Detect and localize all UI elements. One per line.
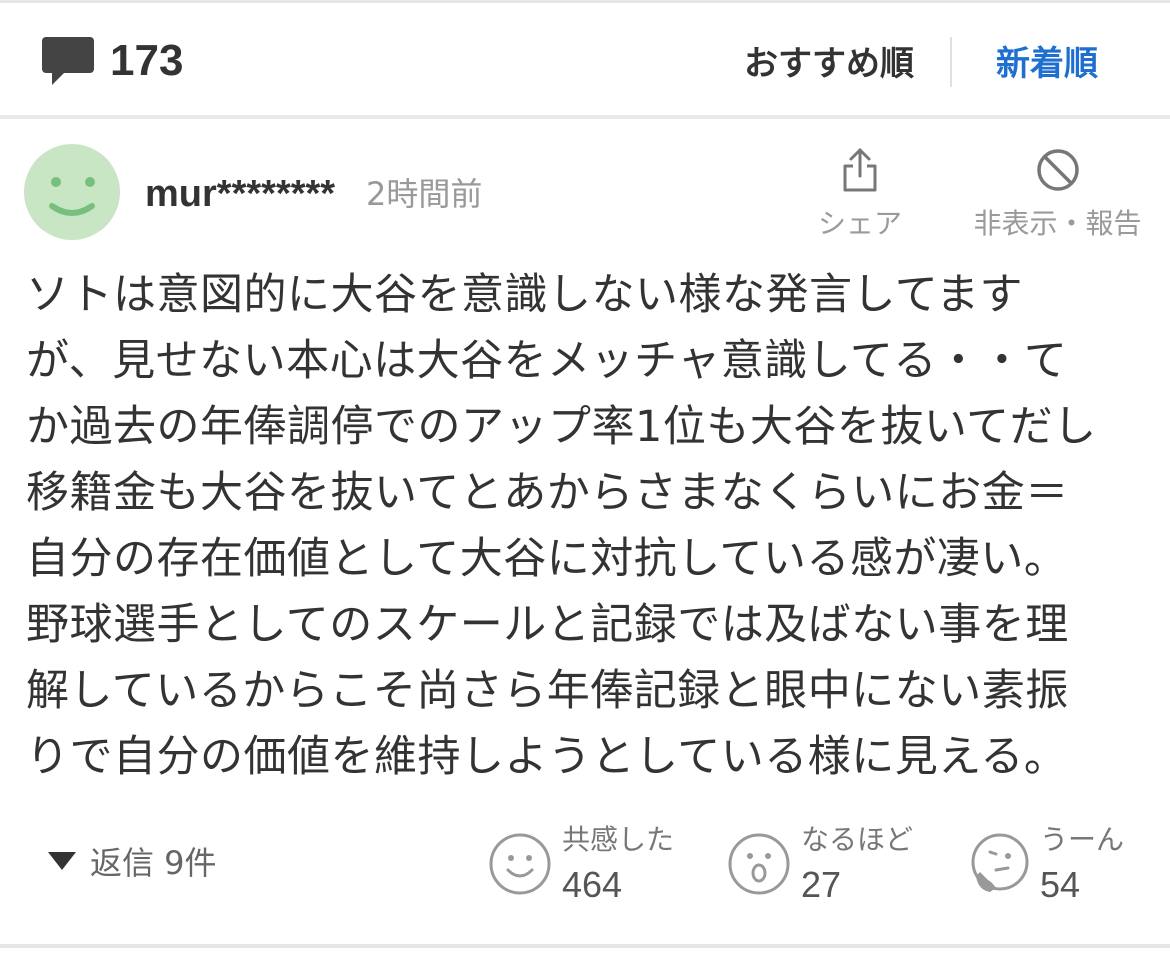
comment-line: 野球選手としてのスケールと記録では及ばない事を理 xyxy=(26,600,1069,650)
sort-divider xyxy=(950,37,952,87)
reaction-hmm-button[interactable]: うーん 54 xyxy=(966,818,1166,908)
hide-report-button[interactable]: 非表示・報告 xyxy=(960,146,1155,242)
comment-body: ソトは意図的に大谷を意識しない様な発言してます が、見せない本心は大谷をメッチャ… xyxy=(26,262,1146,790)
share-icon xyxy=(843,148,877,192)
reaction-understand-button[interactable]: なるほど 27 xyxy=(727,818,947,908)
block-icon xyxy=(1036,149,1079,191)
share-label: シェア xyxy=(817,207,902,240)
comment-line: 解しているからこそ尚さら年俸記録と眼中にない素振 xyxy=(26,666,1069,716)
comment-line: が、見せない本心は大谷をメッチャ意識してる・・て xyxy=(26,336,1068,386)
header-divider xyxy=(0,115,1170,119)
comment-line: 移籍金も大谷を抜いてとあからさまなくらいにお金＝ xyxy=(26,468,1069,518)
hide-report-label: 非表示・報告 xyxy=(973,207,1142,240)
sort-recommended-button[interactable]: おすすめ順 xyxy=(744,35,914,85)
smile-face-icon xyxy=(489,833,551,895)
surprised-face-icon xyxy=(728,833,790,895)
comment-line: 自分の存在価値として大谷に対抗している感が凄い。 xyxy=(26,534,1068,584)
reaction-count: 27 xyxy=(801,864,842,905)
comment-line: りで自分の価値を維持しようとしている様に見える。 xyxy=(26,732,1068,782)
comment-line: か過去の年俸調停でのアップ率1位も大谷を抜いてだし xyxy=(26,402,1097,452)
comment-header: 173 おすすめ順 新着順 xyxy=(0,3,1170,115)
replies-label: 返信 9件 xyxy=(90,844,217,882)
reaction-count: 464 xyxy=(562,864,623,905)
thinking-face-icon xyxy=(971,833,1029,892)
comment-line: ソトは意図的に大谷を意識しない様な発言してます xyxy=(26,270,1024,320)
reaction-label: うーん xyxy=(1040,823,1125,856)
replies-toggle[interactable]: 返信 9件 xyxy=(48,836,217,886)
reaction-label: なるほど xyxy=(801,823,914,856)
comment-bubble-icon xyxy=(42,37,94,85)
reaction-empathize-button[interactable]: 共感した 464 xyxy=(488,818,708,908)
reaction-count: 54 xyxy=(1040,864,1081,905)
share-button[interactable]: シェア xyxy=(810,146,910,242)
reaction-label: 共感した xyxy=(562,823,675,856)
triangle-down-icon xyxy=(48,852,76,870)
sort-newest-button[interactable]: 新着順 xyxy=(996,35,1098,85)
username[interactable]: mur******** xyxy=(145,170,335,218)
avatar-smiley-icon xyxy=(24,144,120,240)
bottom-divider xyxy=(0,944,1170,948)
comment-count: 173 xyxy=(40,33,183,89)
comment-time: 2時間前 xyxy=(366,175,483,213)
comment-count-number: 173 xyxy=(110,36,184,85)
